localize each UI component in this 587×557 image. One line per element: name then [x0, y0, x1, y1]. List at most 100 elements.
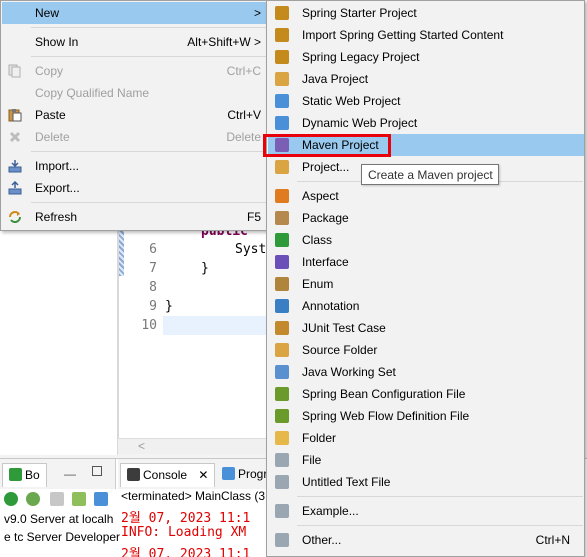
code-editor[interactable]: 5 6 7 8 9 10 public Syst } } [118, 218, 289, 454]
submenu-item-label: Example... [302, 504, 359, 518]
publish-icon[interactable] [72, 492, 86, 506]
servers-view-tabbar: Bo — [0, 459, 116, 489]
aspect-icon [275, 189, 289, 203]
submenu-item-class[interactable]: Class [268, 229, 584, 251]
source-folder-icon [275, 343, 289, 357]
submenu-item-enum[interactable]: Enum [268, 273, 584, 295]
menu-item-import[interactable]: Import... [2, 155, 267, 177]
terminated-label: <terminated> MainClass (3 [121, 489, 266, 503]
import-icon [8, 160, 22, 173]
menu-separator [31, 151, 266, 152]
submenu-item-label: Import Spring Getting Started Content [302, 28, 504, 42]
line-number: 6 [149, 242, 157, 257]
code-text: } [201, 261, 209, 276]
server-entry[interactable]: e tc Server Developer [4, 530, 120, 544]
menu-item-copy[interactable]: Copy Ctrl+C [2, 60, 267, 82]
submenu-item-file[interactable]: File [268, 449, 584, 471]
code-text: Syst [235, 242, 267, 257]
submenu-item-import-spring-getting-started-content[interactable]: Import Spring Getting Started Content [268, 24, 584, 46]
menu-item-delete[interactable]: Delete Delete [2, 126, 267, 148]
menu-separator [31, 202, 266, 203]
submenu-item-package[interactable]: Package [268, 207, 584, 229]
junit-icon [275, 321, 289, 335]
submenu-item-label: Spring Web Flow Definition File [302, 409, 470, 423]
submenu-item-label: Package [302, 211, 349, 225]
submenu-item-label: Other... [302, 533, 342, 547]
console-log-line: 2월 07, 2023 11:1 [121, 511, 251, 526]
menu-item-show-in[interactable]: Show In Alt+Shift+W > [2, 31, 267, 53]
servers-toolbar [0, 489, 116, 511]
submenu-item-label: Interface [302, 255, 349, 269]
submenu-item-dynamic-web-project[interactable]: Dynamic Web Project [268, 112, 584, 134]
menu-separator [31, 56, 266, 57]
export-icon [8, 181, 22, 195]
submenu-item-spring-bean-configuration-file[interactable]: Spring Bean Configuration File [268, 383, 584, 405]
tab-console[interactable]: Console ✕ [120, 463, 216, 487]
server-entry[interactable]: v9.0 Server at localh [4, 512, 113, 526]
dynamic-web-icon [275, 116, 289, 130]
submenu-item-label: Spring Legacy Project [302, 50, 420, 64]
maximize-icon[interactable] [92, 466, 102, 476]
tab-progress[interactable]: Progr [216, 463, 273, 487]
copy-icon [8, 64, 21, 78]
submenu-item-spring-starter-project[interactable]: Spring Starter Project [268, 2, 584, 24]
class-icon [275, 233, 289, 247]
working-set-icon [275, 365, 289, 379]
project-icon [275, 160, 289, 174]
submenu-item-accelerator: Ctrl+N [535, 533, 570, 547]
submenu-item-junit-test-case[interactable]: JUnit Test Case [268, 317, 584, 339]
servers-icon [9, 468, 22, 481]
line-number: 7 [149, 261, 157, 276]
submenu-item-label: Java Project [302, 72, 369, 86]
static-web-icon [275, 94, 289, 108]
spring-bean-icon [275, 387, 289, 401]
submenu-item-aspect[interactable]: Aspect [268, 185, 584, 207]
submenu-item-other[interactable]: Other... Ctrl+N [268, 529, 584, 551]
debug-server-icon[interactable] [26, 492, 40, 506]
line-number-gutter: 5 6 7 8 9 10 [125, 218, 161, 454]
spring-import-icon [275, 28, 289, 42]
stop-server-icon[interactable] [50, 492, 64, 506]
submenu-item-label: JUnit Test Case [302, 321, 386, 335]
delete-icon [9, 131, 21, 143]
submenu-item-interface[interactable]: Interface [268, 251, 584, 273]
close-icon[interactable]: ✕ [198, 468, 208, 482]
submenu-item-spring-web-flow-definition-file[interactable]: Spring Web Flow Definition File [268, 405, 584, 427]
submenu-item-spring-legacy-project[interactable]: Spring Legacy Project [268, 46, 584, 68]
text-file-icon [275, 475, 289, 489]
submenu-item-source-folder[interactable]: Source Folder [268, 339, 584, 361]
spring-starter-icon [275, 6, 289, 20]
submenu-item-label: Source Folder [302, 343, 378, 357]
refresh-icon [9, 211, 21, 223]
scroll-left-arrow[interactable]: < [138, 439, 145, 453]
menu-item-paste[interactable]: Paste Ctrl+V [2, 104, 267, 126]
clean-icon[interactable] [94, 492, 108, 506]
menu-item-refresh[interactable]: Refresh F5 [2, 206, 267, 228]
submenu-item-folder[interactable]: Folder [268, 427, 584, 449]
submenu-item-static-web-project[interactable]: Static Web Project [268, 90, 584, 112]
enum-icon [275, 277, 289, 291]
console-log-line: INFO: Loading XM [121, 525, 247, 540]
menu-item-new[interactable]: New > [2, 2, 267, 24]
submenu-item-untitled-text-file[interactable]: Untitled Text File [268, 471, 584, 493]
menu-item-copy-qualified-name[interactable]: Copy Qualified Name [2, 82, 267, 104]
submenu-item-label: Spring Bean Configuration File [302, 387, 466, 401]
start-server-icon[interactable] [4, 492, 18, 506]
submenu-item-label: Static Web Project [302, 94, 401, 108]
editor-horizontal-scrollbar[interactable]: < [118, 438, 288, 454]
maven-project-highlight-box [263, 134, 391, 157]
spring-webflow-icon [275, 409, 289, 423]
menu-item-export[interactable]: Export... [2, 177, 267, 199]
minimize-icon[interactable]: — [64, 467, 76, 481]
menu-separator [297, 525, 583, 526]
submenu-item-annotation[interactable]: Annotation [268, 295, 584, 317]
submenu-item-java-project[interactable]: Java Project [268, 68, 584, 90]
submenu-item-java-working-set[interactable]: Java Working Set [268, 361, 584, 383]
submenu-item-example[interactable]: Example... [268, 500, 584, 522]
folder-icon [275, 431, 289, 445]
spring-legacy-icon [275, 50, 289, 64]
java-project-icon [275, 72, 289, 86]
tab-servers[interactable]: Bo [2, 463, 47, 487]
console-icon [127, 468, 140, 481]
context-menu: New > Show In Alt+Shift+W > Copy Ctrl+C … [0, 0, 268, 231]
